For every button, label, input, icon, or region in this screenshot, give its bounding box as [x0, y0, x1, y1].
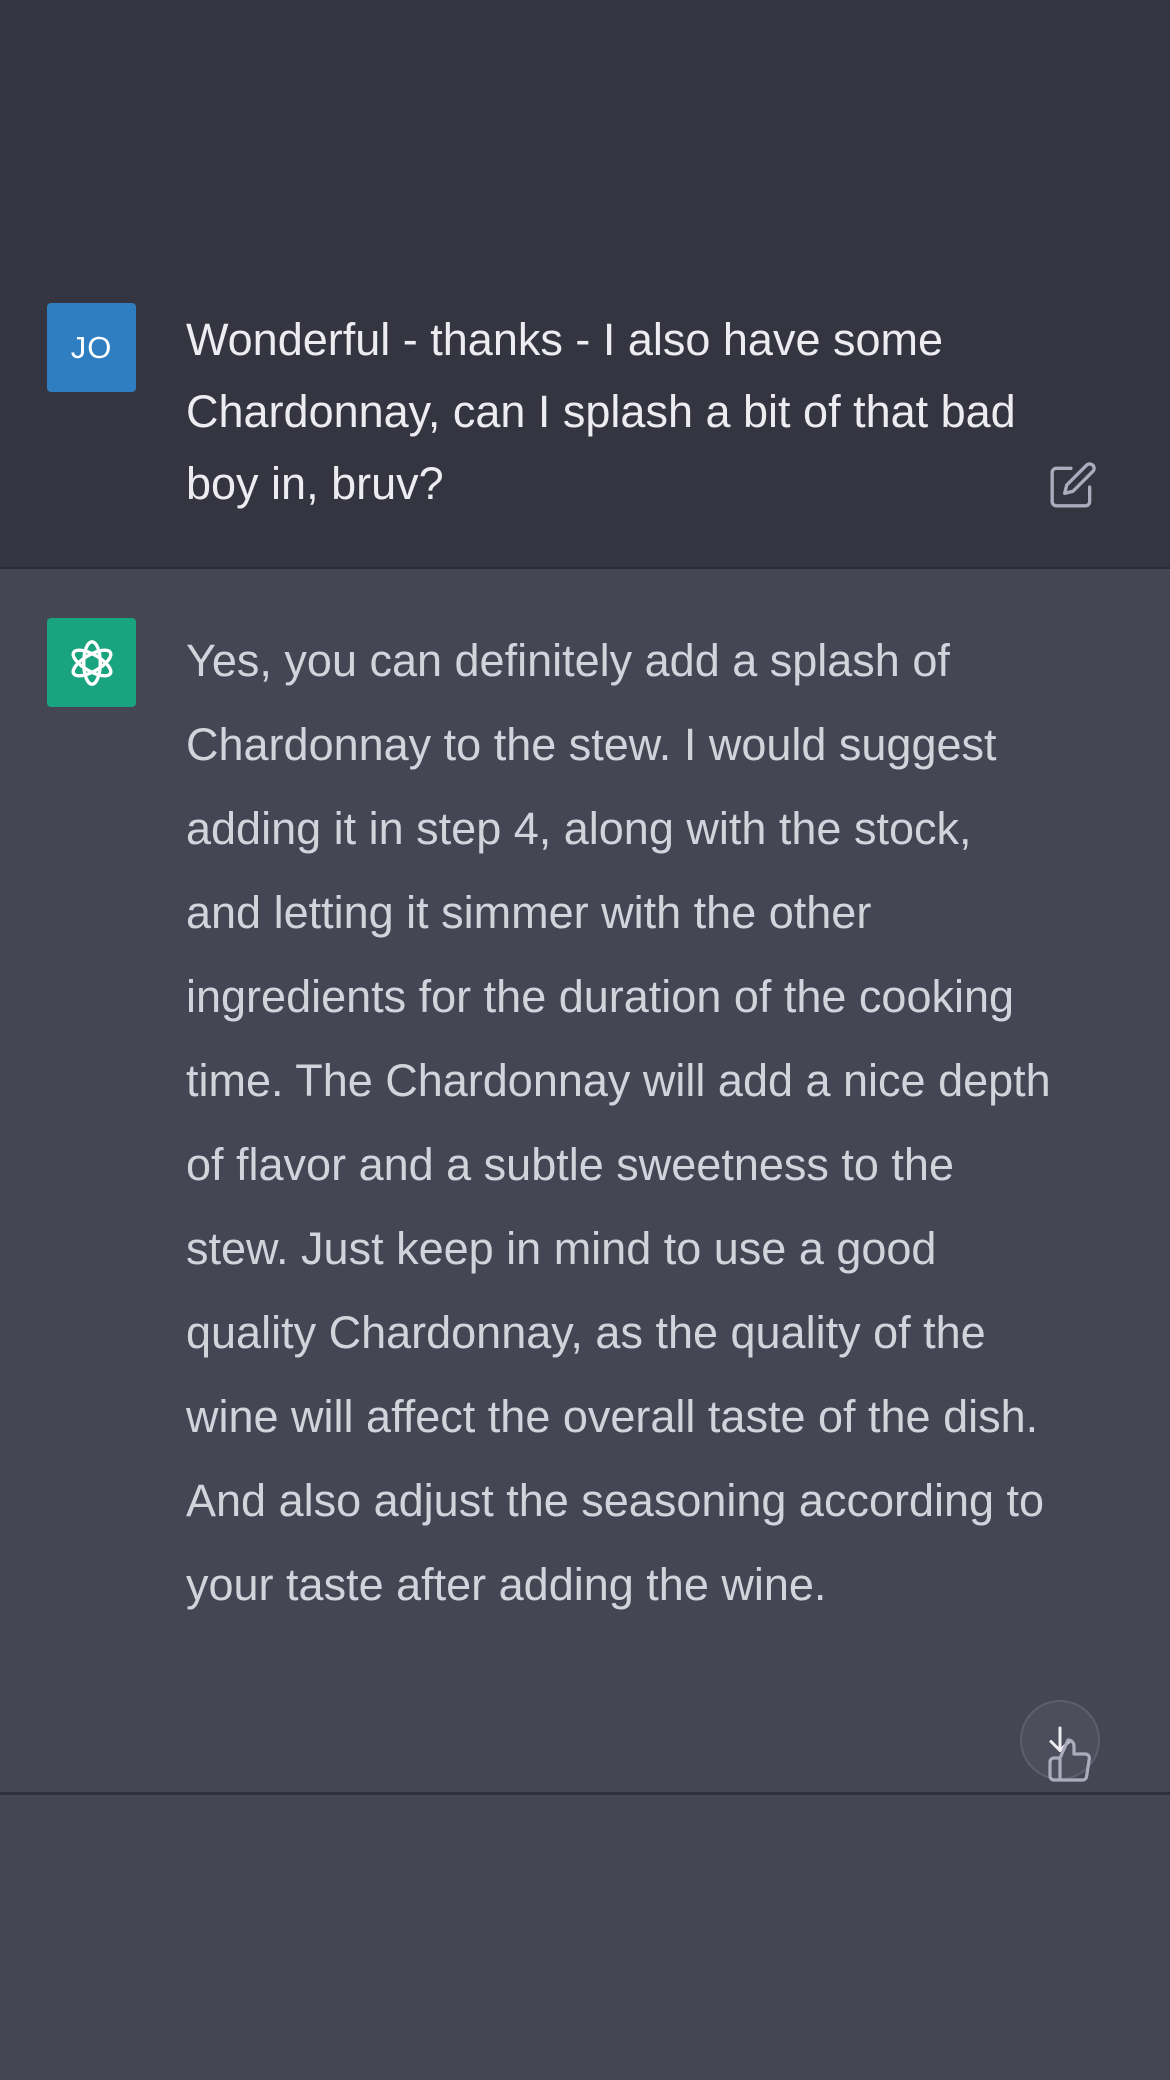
assistant-message-row: Yes, you can definitely add a splash of … [0, 569, 1170, 1792]
empty-footer-area [0, 1795, 1170, 2080]
chat-page: JO Wonderful - thanks - I also have some… [0, 0, 1170, 2080]
user-avatar-initials: JO [70, 329, 113, 365]
user-message-text: Wonderful - thanks - I also have some Ch… [186, 314, 1016, 509]
edit-icon[interactable] [1048, 460, 1098, 510]
user-avatar: JO [47, 303, 136, 392]
user-message-row: JO Wonderful - thanks - I also have some… [0, 0, 1170, 569]
assistant-message-text: Yes, you can definitely add a splash of … [186, 635, 1051, 1610]
openai-logo-icon [71, 639, 112, 686]
thumbs-up-icon[interactable] [1046, 1736, 1094, 1784]
assistant-avatar [47, 618, 136, 707]
